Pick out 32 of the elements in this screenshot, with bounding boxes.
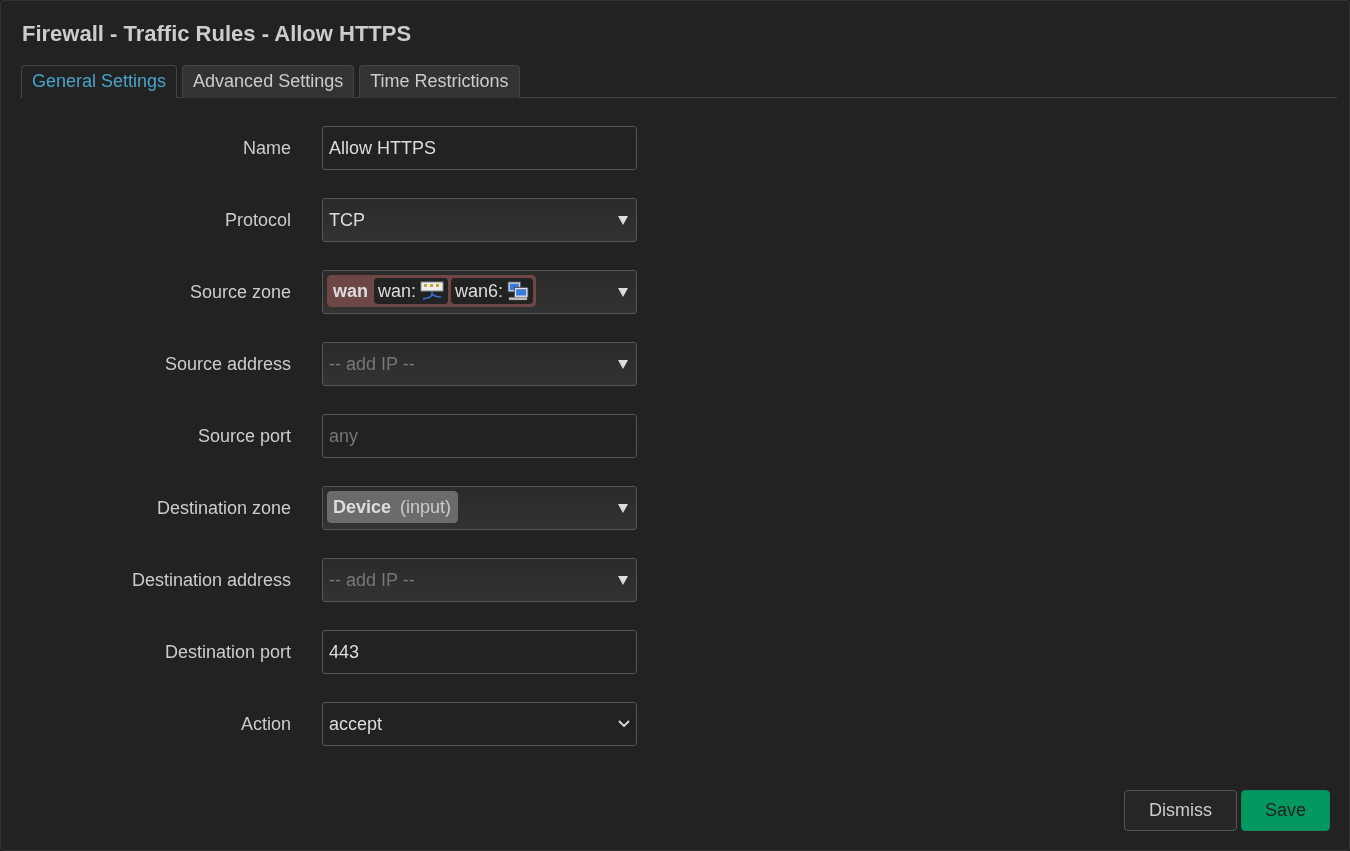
field-label: Destination port: [163, 641, 291, 663]
field-label: Source address: [163, 353, 291, 375]
field-label: Source zone: [188, 281, 291, 303]
field-label: Destination address: [130, 569, 291, 591]
input-field[interactable]: any: [322, 414, 637, 458]
input-field[interactable]: 443: [322, 630, 637, 674]
save-button[interactable]: Save: [1241, 790, 1330, 831]
dropdown-arrow-icon: [618, 576, 628, 585]
dropdown-arrow-icon: [618, 288, 628, 297]
tab[interactable]: Time Restrictions: [359, 65, 520, 98]
field-label: Action: [239, 713, 291, 735]
input-field[interactable]: Allow HTTPS: [322, 126, 637, 170]
network-badge: wan:: [374, 278, 449, 304]
field-label: Source port: [196, 425, 291, 447]
dismiss-button[interactable]: Dismiss: [1124, 790, 1237, 831]
tab[interactable]: General Settings: [21, 65, 178, 98]
field-label: Destination zone: [155, 497, 291, 519]
select-field[interactable]: accept: [322, 702, 637, 746]
dropdown-arrow-icon: [618, 360, 628, 369]
computers-icon: [507, 281, 530, 301]
field-label: Protocol: [223, 209, 291, 231]
zone-badge: Device (input): [327, 491, 459, 523]
network-port-icon: [420, 281, 445, 301]
zone-badge: wan wan: wan6:: [327, 275, 537, 307]
field-label: Name: [242, 137, 291, 159]
tab[interactable]: Advanced Settings: [182, 65, 355, 98]
window-title: Firewall - Traffic Rules - Allow HTTPS: [22, 21, 413, 47]
network-badge: wan6:: [451, 278, 534, 304]
dropdown-arrow-icon: [618, 504, 628, 513]
dropdown-arrow-icon: [618, 216, 628, 225]
select-field[interactable]: TCP: [322, 198, 637, 242]
chevron-down-icon: [618, 720, 630, 728]
